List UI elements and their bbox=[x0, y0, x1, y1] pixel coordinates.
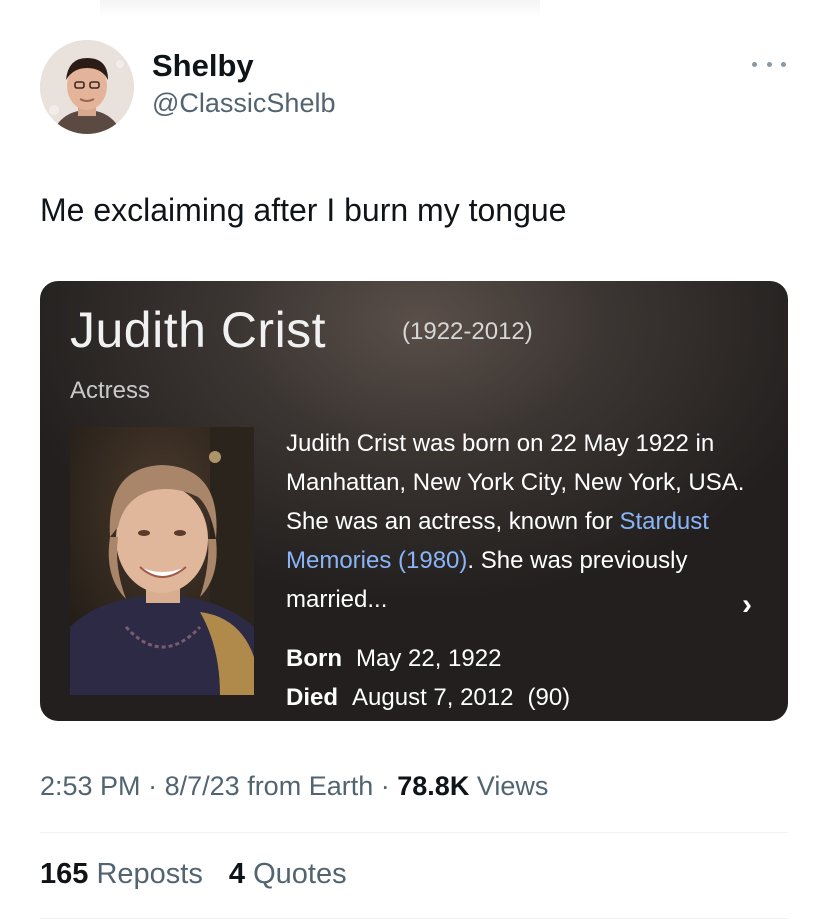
views-count: 78.8K bbox=[397, 771, 470, 801]
tweet-source: from Earth bbox=[247, 771, 374, 801]
person-photo bbox=[70, 427, 254, 695]
reposts-label: Reposts bbox=[96, 858, 203, 890]
views-label: Views bbox=[476, 771, 549, 801]
card-occupation: Actress bbox=[70, 377, 151, 404]
more-dot bbox=[781, 61, 786, 67]
meta-separator: · bbox=[380, 771, 390, 801]
born-value: May 22, 1922 bbox=[356, 645, 502, 672]
died-row: Died August 7, 2012 (90) bbox=[286, 684, 570, 712]
tweet-text: Me exclaiming after I burn my tongue bbox=[40, 192, 567, 228]
born-row: Born May 22, 1922 bbox=[286, 645, 501, 673]
tweet-time[interactable]: 2:53 PM bbox=[40, 771, 141, 801]
born-label: Born bbox=[286, 645, 342, 672]
chevron-right-icon[interactable]: › bbox=[742, 588, 752, 622]
avatar[interactable] bbox=[40, 40, 134, 134]
more-dot bbox=[752, 61, 757, 67]
meta-separator: · bbox=[148, 771, 158, 801]
more-horizontal-icon[interactable] bbox=[752, 56, 786, 72]
died-age: (90) bbox=[527, 684, 571, 711]
card-person-name: Judith Crist bbox=[70, 302, 327, 358]
card-description: Judith Crist was born on 22 May 1922 in … bbox=[286, 424, 756, 619]
card-years: (1922-2012) bbox=[402, 318, 533, 345]
user-handle[interactable]: @ClassicShelb bbox=[152, 88, 335, 119]
died-label: Died bbox=[286, 684, 339, 711]
quotes-label: Quotes bbox=[253, 858, 347, 890]
engagement-stats: 165 Reposts 4 Quotes bbox=[40, 858, 365, 891]
display-name[interactable]: Shelby bbox=[152, 48, 254, 84]
top-fade bbox=[100, 0, 540, 16]
person-photo-image bbox=[70, 427, 254, 695]
reposts-link[interactable]: 165 Reposts bbox=[40, 858, 203, 890]
more-dot bbox=[766, 61, 772, 67]
divider bbox=[40, 918, 788, 919]
knowledge-panel-card[interactable]: Judith Crist (1922-2012) Actress Judith … bbox=[40, 281, 788, 721]
tweet-meta: 2:53 PM · 8/7/23 from Earth · 78.8K View… bbox=[40, 771, 548, 802]
quotes-link[interactable]: 4 Quotes bbox=[229, 858, 347, 890]
reposts-count: 165 bbox=[40, 858, 89, 890]
died-value: August 7, 2012 bbox=[352, 684, 514, 711]
quotes-count: 4 bbox=[228, 858, 246, 890]
tweet-date[interactable]: 8/7/23 bbox=[165, 771, 240, 801]
avatar-image bbox=[40, 40, 134, 134]
divider bbox=[40, 832, 788, 833]
